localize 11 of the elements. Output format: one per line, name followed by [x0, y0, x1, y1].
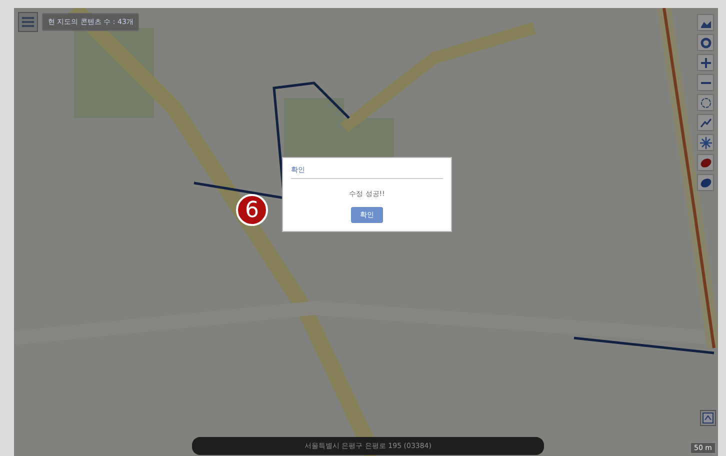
snowflake-button[interactable]: [697, 134, 714, 151]
zoom-in-icon: [700, 56, 712, 68]
settings-icon: [700, 36, 712, 48]
settings-button[interactable]: [697, 34, 714, 51]
menu-icon: [22, 17, 34, 27]
menu-button[interactable]: [18, 12, 38, 32]
snowflake-icon: [700, 136, 712, 148]
line-icon: [700, 116, 712, 128]
zoom-in-button[interactable]: [697, 54, 714, 71]
line-button[interactable]: [697, 114, 714, 131]
zoom-out-button[interactable]: [697, 74, 714, 91]
